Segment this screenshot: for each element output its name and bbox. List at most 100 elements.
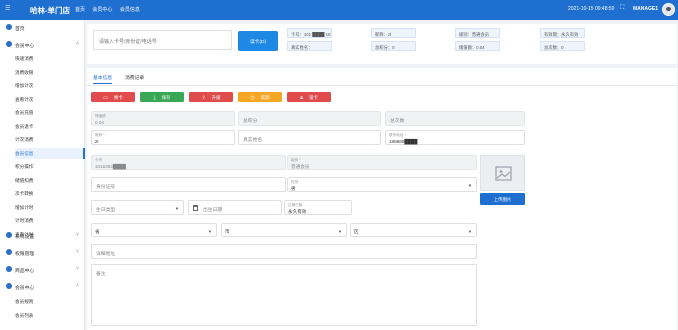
save-icon: ⤓ [153,94,156,101]
phone-field[interactable]: 联系电话 * 185860████ [385,130,525,145]
user-icon [6,283,12,289]
balance-field: 储值额 0.04 [91,111,235,126]
info-balance: 储值额：0.04 [455,41,500,51]
field-value: 1015352████ [95,163,126,169]
province-select[interactable]: 省 ▼ [91,223,217,237]
save-button[interactable]: ⤓ 保存 [140,92,184,102]
caret-down-icon: ▼ [467,183,472,188]
chevron-down-icon: ˅ [76,266,79,272]
idcard-field[interactable]: 身份证号 [91,177,286,192]
remark-textarea[interactable]: 备注 [91,264,477,326]
sidebar-item-label: 会员中心 [15,44,35,49]
expire-date-field[interactable]: 过期日期 永久有效 [284,200,352,215]
field-placeholder: 备注 [96,272,106,277]
points-field: 总积分 [238,111,381,126]
field-placeholder: 总积分 [243,119,258,124]
caret-down-icon: ▼ [467,229,472,234]
sidebar-sub-time-consume[interactable]: 计时消费 [15,215,85,226]
sidebar-sub-recharge[interactable]: 会员充值 [15,107,85,118]
image-icon [495,166,512,181]
field-label: 卡号 [95,157,103,162]
count-field: 总次数 [385,111,525,126]
avatar[interactable] [662,3,675,16]
birthday-type-select[interactable]: 生日类型 ▼ [91,200,184,215]
field-label: 储值额 [95,113,106,118]
field-value: 男 [291,185,296,191]
change-card-button[interactable]: ▭ 换卡 [91,92,135,102]
member-search-panel: 请输入卡号/身份证/电话号 读卡(D) 卡号：101 ████ 1015 昵称：… [87,24,677,64]
sidebar-item-label: 权限管理 [15,252,35,257]
nickname-field[interactable]: 昵称 * zt [91,130,235,145]
clock-icon: ◷ [250,94,255,101]
breadcrumb-home[interactable]: 首页 [75,7,85,13]
field-value: 永久有效 [288,208,307,214]
info-nickname: 昵称：zt [371,28,416,38]
sidebar-sub-view-count[interactable]: 查看计次 [15,94,85,105]
sidebar-item-system[interactable]: 系统设置 ˅ [0,230,85,241]
button-label: 换卡 [113,94,123,100]
info-valid-until: 有效期：永久有效 [540,28,585,38]
button-label: 延期 [260,94,270,100]
shield-icon [6,249,12,255]
caret-down-icon: ▼ [337,229,342,234]
sidebar-sub-card-convert[interactable]: 次卡转换 [15,188,85,199]
card-icon: ▭ [103,94,108,101]
field-placeholder: 身份证号 [96,185,116,190]
sidebar-sub-member-rules[interactable]: 会员规则 [15,296,85,307]
sidebar-sub-count-consume[interactable]: 计次消费 [15,134,85,145]
info-card-no: 卡号：101 ████ 1015 [287,28,332,38]
upgrade-button[interactable]: ⇧ 升级 [189,92,233,102]
city-select[interactable]: 市 ▼ [221,223,347,237]
field-label: 过期日期 [288,202,303,207]
username[interactable]: MANAGE1 [633,6,658,12]
caret-down-icon: ▼ [174,206,179,211]
info-points: 总积分：0 [371,41,416,51]
field-value: 区 [354,228,359,234]
tab-basic-info[interactable]: 基本信息 [93,74,113,84]
sidebar-item-label: 系统设置 [15,235,35,240]
upgrade-icon: ⇧ [201,94,206,101]
sidebar-item-home[interactable]: 首页 [0,22,85,33]
fullscreen-icon[interactable]: ⛶ [620,5,624,12]
field-placeholder: 总次数 [390,119,405,124]
sidebar-item-member-center-2[interactable]: 会员中心 ˄ [0,281,85,292]
info-level: 级别：普通会员 [455,28,500,38]
sidebar-sub-stored-deduct[interactable]: 储值扣费 [15,175,85,186]
field-value: 185860████ [389,138,418,144]
realname-field[interactable]: 真实姓名 [238,130,381,145]
read-card-button[interactable]: 读卡(D) [238,31,278,51]
button-label: 升级 [211,94,221,100]
top-bar: ☰ 哈林-单门店 首页 会员中心 会员信息 2021-10-15 09:48:5… [0,0,678,20]
sidebar-sub-refund-card[interactable]: 会员退卡 [15,121,85,132]
sidebar-sub-member-list[interactable]: 会员列表 [15,310,85,321]
sidebar-sub-add-time[interactable]: 增加计时 [15,202,85,213]
sidebar-item-member-center[interactable]: 会员中心 ˄ [0,39,85,50]
goods-icon [6,266,12,272]
birthday-date-field[interactable]: 出生日期 [188,200,282,215]
sidebar-sub-add-count[interactable]: 增加计次 [15,80,85,91]
sidebar-sub-member-info[interactable]: 会员信息 [15,147,85,159]
gender-select[interactable]: 性别 男 ▼ [287,177,477,192]
upload-image-button[interactable]: 上传图片 [480,193,525,205]
breadcrumb-member-center[interactable]: 会员中心 [92,7,112,13]
menu-toggle-icon[interactable]: ☰ [5,5,10,12]
field-value: 0.04 [95,119,104,125]
home-icon [6,24,12,30]
field-placeholder: 出生日期 [203,208,223,213]
tab-consume-records[interactable]: 消费记录 [125,74,144,81]
sidebar-sub-quick-consume[interactable]: 快速消费 [15,53,85,64]
chevron-down-icon: ˅ [76,249,79,255]
lock-card-button[interactable]: 🔒︎ 锁卡 [287,92,331,102]
sidebar-sub-points[interactable]: 积分操作 [15,161,85,172]
district-select[interactable]: 区 ▼ [350,223,477,237]
button-label: 锁卡 [308,94,318,100]
sidebar-sub-checkout[interactable]: 消费收银 [15,67,85,78]
sidebar-item-goods[interactable]: 商品中心 ˅ [0,264,85,275]
extend-button[interactable]: ◷ 延期 [238,92,282,102]
sidebar-item-permission[interactable]: 权限管理 ˅ [0,247,85,258]
address-field[interactable]: 详细地址 [91,244,477,259]
sidebar-item-label: 首页 [15,27,25,32]
member-detail-panel: 基本信息 消费记录 ▭ 换卡 ⤓ 保存 ⇧ 升级 ◷ 延期 🔒︎ 锁卡 储值额 0.04 … [87,68,677,330]
field-label: 级别 * [291,157,301,162]
search-input[interactable]: 请输入卡号/身份证/电话号 [93,30,232,50]
